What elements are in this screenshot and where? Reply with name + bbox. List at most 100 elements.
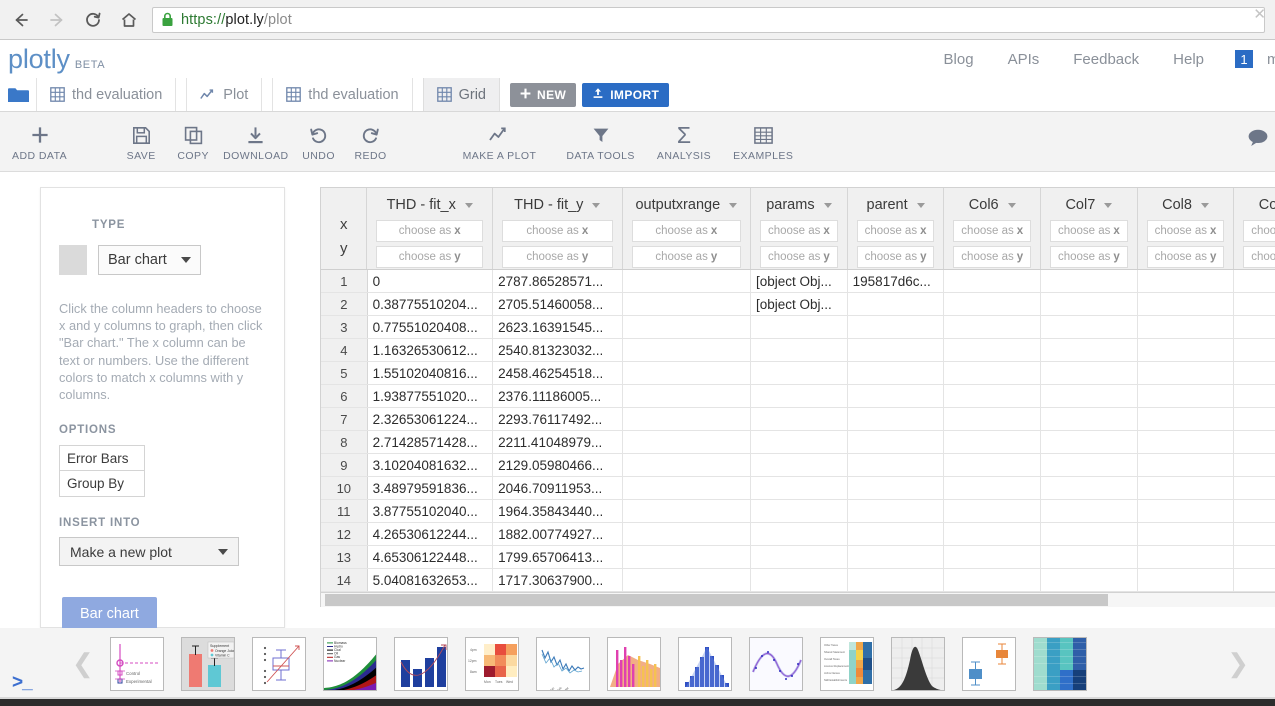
- table-cell[interactable]: [623, 431, 751, 453]
- table-cell[interactable]: [1041, 477, 1138, 499]
- chevron-down-icon[interactable]: [729, 202, 738, 208]
- table-cell[interactable]: [1234, 385, 1275, 407]
- table-cell[interactable]: [944, 316, 1041, 338]
- table-cell[interactable]: [1041, 569, 1138, 591]
- choose-as-x-button[interactable]: choose asx: [1146, 220, 1225, 242]
- table-cell[interactable]: [1234, 500, 1275, 522]
- table-cell[interactable]: 2211.41048979...: [493, 431, 623, 453]
- table-cell[interactable]: [848, 385, 945, 407]
- table-cell[interactable]: [1138, 339, 1235, 361]
- thumb-box-scatter[interactable]: [251, 636, 306, 691]
- table-row[interactable]: 11 3.87755102040... 1964.35843440...: [321, 500, 1275, 523]
- user-menu-clipped[interactable]: m: [1267, 51, 1275, 68]
- tab-grid[interactable]: Grid: [422, 78, 500, 111]
- column-header-2[interactable]: outputxrange choose as x choose as y: [623, 188, 752, 269]
- choose-as-x-button[interactable]: choose asx: [856, 220, 935, 242]
- table-cell[interactable]: [1041, 523, 1138, 545]
- color-swatch[interactable]: [59, 245, 87, 275]
- table-cell[interactable]: [623, 546, 751, 568]
- table-cell[interactable]: 1.16326530612...: [368, 339, 494, 361]
- table-row[interactable]: 9 3.10204081632... 2129.05980466...: [321, 454, 1275, 477]
- thumb-heatmap-blue[interactable]: [1032, 636, 1087, 691]
- choose-as-y-button[interactable]: choose asy: [953, 246, 1032, 268]
- table-cell[interactable]: [1234, 293, 1275, 315]
- table-cell[interactable]: [1041, 339, 1138, 361]
- table-cell[interactable]: [944, 431, 1041, 453]
- table-cell[interactable]: [1234, 270, 1275, 292]
- table-row[interactable]: 6 1.93877551020... 2376.11186005...: [321, 385, 1275, 408]
- column-header-7[interactable]: Col8 choose as x choose as y: [1138, 188, 1235, 269]
- tab-thd-evaluation-2[interactable]: thd evaluation: [272, 78, 413, 111]
- choose-as-y-button[interactable]: choose asy: [1243, 246, 1275, 268]
- table-cell[interactable]: 2293.76117492...: [493, 408, 623, 430]
- table-cell[interactable]: [1234, 431, 1275, 453]
- terminal-prompt-icon[interactable]: >_: [12, 672, 33, 694]
- table-row[interactable]: 12 4.26530612244... 1882.00774927...: [321, 523, 1275, 546]
- table-cell[interactable]: [1041, 431, 1138, 453]
- chevron-down-icon[interactable]: [464, 202, 473, 208]
- group-by-button[interactable]: Group By: [59, 471, 145, 497]
- choose-as-x-button[interactable]: choose asx: [1050, 220, 1128, 242]
- insert-into-select[interactable]: Make a new plot: [59, 537, 239, 566]
- thumb-boxplots[interactable]: [961, 636, 1016, 691]
- table-cell[interactable]: [1234, 339, 1275, 361]
- table-cell[interactable]: [1041, 316, 1138, 338]
- chevron-left-icon[interactable]: ❮: [56, 648, 110, 679]
- thumb-error-bar-line[interactable]: Control Experimental: [109, 636, 164, 691]
- table-row[interactable]: 7 2.32653061224... 2293.76117492...: [321, 408, 1275, 431]
- comment-bubble-icon[interactable]: [1247, 112, 1269, 153]
- nav-help[interactable]: Help: [1156, 51, 1221, 68]
- column-header-3[interactable]: params choose as x choose as y: [751, 188, 848, 269]
- table-cell[interactable]: 0: [368, 270, 494, 292]
- table-cell[interactable]: [848, 569, 945, 591]
- table-cell[interactable]: [944, 385, 1041, 407]
- forward-arrow-icon[interactable]: [42, 5, 72, 35]
- table-cell[interactable]: [1138, 385, 1235, 407]
- table-cell[interactable]: [1041, 454, 1138, 476]
- folder-icon[interactable]: [0, 78, 36, 111]
- table-cell[interactable]: [1138, 546, 1235, 568]
- table-cell[interactable]: [848, 546, 945, 568]
- table-cell[interactable]: 2705.51460058...: [493, 293, 623, 315]
- reload-icon[interactable]: [78, 5, 108, 35]
- address-bar[interactable]: https://plot.ly/plot: [152, 6, 1265, 33]
- examples-button[interactable]: EXAMPLES: [733, 112, 793, 162]
- table-cell[interactable]: [848, 293, 945, 315]
- choose-as-y-button[interactable]: choose asy: [1146, 246, 1225, 268]
- choose-as-y-button[interactable]: choose asy: [856, 246, 935, 268]
- table-cell[interactable]: [1041, 293, 1138, 315]
- new-button[interactable]: NEW: [510, 82, 577, 107]
- chevron-down-icon[interactable]: [823, 202, 832, 208]
- table-cell[interactable]: 5.04081632653...: [368, 569, 494, 591]
- chevron-down-icon[interactable]: [1200, 202, 1209, 208]
- column-header-0[interactable]: THD - fit_x choose as x choose as y: [367, 188, 494, 269]
- table-cell[interactable]: [751, 362, 848, 384]
- table-cell[interactable]: [944, 270, 1041, 292]
- table-cell[interactable]: 2046.70911953...: [493, 477, 623, 499]
- table-row[interactable]: 2 0.38775510204... 2705.51460058... [object…: [321, 293, 1275, 316]
- table-cell[interactable]: [623, 293, 751, 315]
- table-cell[interactable]: [623, 362, 751, 384]
- back-arrow-icon[interactable]: [6, 5, 36, 35]
- save-button[interactable]: SAVE: [119, 112, 163, 162]
- table-cell[interactable]: [944, 546, 1041, 568]
- table-cell[interactable]: [944, 500, 1041, 522]
- thumb-line-series[interactable]: Jan Feb Mar: [535, 636, 590, 691]
- table-cell[interactable]: [944, 408, 1041, 430]
- choose-as-y-button[interactable]: choose asy: [760, 246, 838, 268]
- notification-badge[interactable]: 1: [1235, 50, 1253, 68]
- close-icon[interactable]: ✕: [1253, 5, 1266, 23]
- thumb-sine-scatter[interactable]: [748, 636, 803, 691]
- table-cell[interactable]: [1138, 293, 1235, 315]
- table-cell[interactable]: [1041, 270, 1138, 292]
- table-cell[interactable]: [848, 454, 945, 476]
- redo-button[interactable]: REDO: [349, 112, 393, 162]
- undo-button[interactable]: UNDO: [297, 112, 341, 162]
- table-row[interactable]: 13 4.65306122448... 1799.65706413...: [321, 546, 1275, 569]
- table-cell[interactable]: [623, 569, 751, 591]
- table-cell[interactable]: [1041, 546, 1138, 568]
- table-cell[interactable]: [1138, 454, 1235, 476]
- table-cell[interactable]: 4.26530612244...: [368, 523, 494, 545]
- download-button[interactable]: DOWNLOAD: [223, 112, 288, 162]
- table-cell[interactable]: [944, 293, 1041, 315]
